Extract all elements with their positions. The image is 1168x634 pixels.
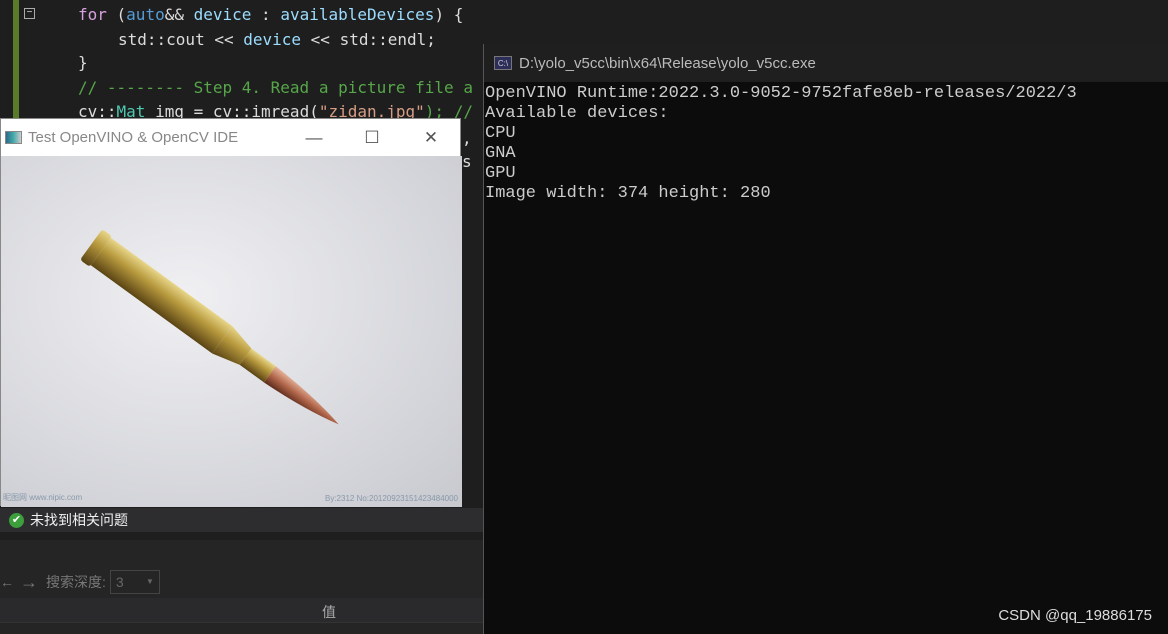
- token: availableDevices: [280, 5, 435, 24]
- code-fragment: ,: [462, 129, 472, 148]
- token: :: [251, 5, 281, 24]
- token: device: [243, 30, 302, 49]
- token: device: [193, 5, 252, 24]
- image-window[interactable]: Test OpenVINO & OpenCV IDE — ☐ ✕ 昵图网 www…: [0, 118, 462, 507]
- title-bar[interactable]: Test OpenVINO & OpenCV IDE — ☐ ✕: [1, 119, 460, 156]
- code-line: }: [78, 53, 88, 72]
- output-line: GPU: [485, 164, 516, 183]
- check-circle-icon: ✔: [9, 512, 24, 528]
- maximize-button[interactable]: ☐: [343, 119, 401, 156]
- code-fragment: s: [462, 152, 472, 171]
- search-bar: ← → 搜索深度: 3 ▼: [0, 570, 160, 594]
- search-depth-select[interactable]: 3 ▼: [109, 570, 160, 594]
- status-text: 未找到相关问题: [30, 512, 128, 528]
- code-line: // -------- Step 4. Read a picture file …: [78, 78, 473, 97]
- watch-panel: ← → 搜索深度: 3 ▼ 值: [0, 540, 483, 634]
- window-title: D:\yolo_v5cc\bin\x64\Release\yolo_v5cc.e…: [519, 54, 816, 72]
- output-line: GNA: [485, 144, 516, 163]
- token: &&: [164, 5, 194, 24]
- back-arrow-icon[interactable]: ←: [0, 574, 14, 590]
- minimize-button[interactable]: —: [285, 119, 343, 156]
- search-depth-label: 搜索深度:: [46, 574, 106, 590]
- watermark-text: By:2312 No:20120923151423484000: [324, 494, 458, 503]
- token: for: [78, 5, 107, 24]
- output-line: Available devices:: [485, 104, 669, 123]
- title-bar[interactable]: C:\ D:\yolo_v5cc\bin\x64\Release\yolo_v5…: [484, 44, 1168, 82]
- close-button[interactable]: ✕: [402, 119, 460, 156]
- output-line: CPU: [485, 124, 516, 143]
- token: << std::endl;: [301, 30, 436, 49]
- forward-arrow-icon[interactable]: →: [20, 572, 38, 593]
- output-line: Image width: 374 height: 280: [485, 184, 771, 203]
- window-title: Test OpenVINO & OpenCV IDE: [28, 129, 239, 146]
- column-header-value[interactable]: 值: [322, 602, 336, 622]
- table-header: 值: [0, 598, 483, 623]
- console-output: OpenVINO Runtime:2022.3.0-9052-9752fafe8…: [484, 82, 1168, 204]
- change-indicator: [13, 0, 19, 118]
- watermark-text: 昵图网 www.nipic.com: [3, 493, 83, 502]
- token: (: [106, 5, 127, 24]
- console-icon: C:\: [494, 56, 512, 70]
- app-icon: [5, 131, 22, 144]
- chevron-down-icon: ▼: [145, 577, 154, 586]
- token: ) {: [434, 5, 464, 24]
- token: auto: [126, 5, 165, 24]
- output-line: OpenVINO Runtime:2022.3.0-9052-9752fafe8…: [485, 84, 1077, 103]
- bullet-image: 昵图网 www.nipic.com By:2312 No:20120923151…: [1, 156, 462, 507]
- collapse-icon[interactable]: −: [24, 8, 35, 19]
- code-line: for (auto&& device : availableDevices) {: [78, 3, 463, 27]
- token: std::cout <<: [118, 30, 244, 49]
- csdn-watermark: CSDN @qq_19886175: [998, 607, 1152, 624]
- code-line: std::cout << device << std::endl;: [118, 28, 436, 52]
- bullet-icon: [81, 230, 339, 425]
- error-list-status: ✔ 未找到相关问题: [0, 508, 483, 532]
- console-window[interactable]: C:\ D:\yolo_v5cc\bin\x64\Release\yolo_v5…: [483, 44, 1168, 634]
- search-depth-value: 3: [115, 574, 124, 590]
